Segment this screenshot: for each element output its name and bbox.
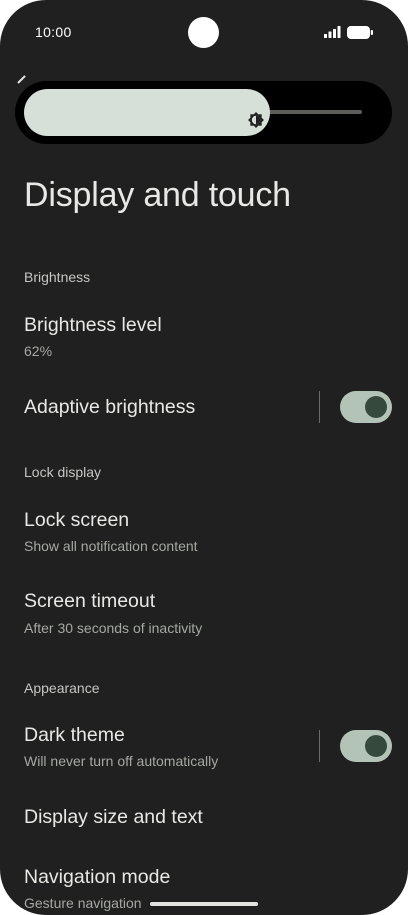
brightness-slider[interactable] [15, 81, 392, 144]
camera-cutout [188, 17, 219, 48]
gesture-nav-handle[interactable] [150, 902, 258, 906]
navigation-mode-title: Navigation mode [24, 866, 171, 888]
slider-fill[interactable] [24, 89, 270, 136]
lock-screen-title: Lock screen [24, 509, 130, 531]
status-bar: 10:00 [0, 0, 408, 64]
lock-screen-summary: Show all notification content [24, 538, 198, 554]
brightness-icon [248, 112, 264, 128]
screen-timeout-title: Screen timeout [24, 590, 156, 612]
brightness-level-value: 62% [24, 343, 53, 359]
toggle-divider [319, 730, 320, 762]
signal-icon [324, 26, 341, 38]
screen-timeout-summary: After 30 seconds of inactivity [24, 620, 203, 636]
section-header-brightness: Brightness [24, 269, 91, 285]
phone-screen: 10:00 Display and touch Brightness Brigh… [0, 0, 408, 915]
slider-track[interactable] [265, 110, 362, 114]
display-size-title: Display size and text [24, 806, 203, 828]
battery-icon [347, 26, 373, 39]
slider-edge-mark [17, 75, 26, 84]
navigation-mode-summary: Gesture navigation [24, 895, 142, 911]
adaptive-brightness-title: Adaptive brightness [24, 396, 196, 418]
dark-theme-toggle[interactable] [340, 730, 392, 762]
section-header-appearance: Appearance [24, 680, 100, 696]
toggle-divider [319, 391, 320, 423]
section-header-lock-display: Lock display [24, 464, 102, 480]
dark-theme-title: Dark theme [24, 724, 125, 746]
adaptive-brightness-toggle[interactable] [340, 391, 392, 423]
brightness-level-title: Brightness level [24, 314, 162, 336]
toggle-thumb [365, 735, 387, 757]
toggle-thumb [365, 396, 387, 418]
page-title: Display and touch [24, 176, 291, 214]
dark-theme-summary: Will never turn off automatically [24, 753, 219, 769]
status-time: 10:00 [35, 24, 72, 40]
